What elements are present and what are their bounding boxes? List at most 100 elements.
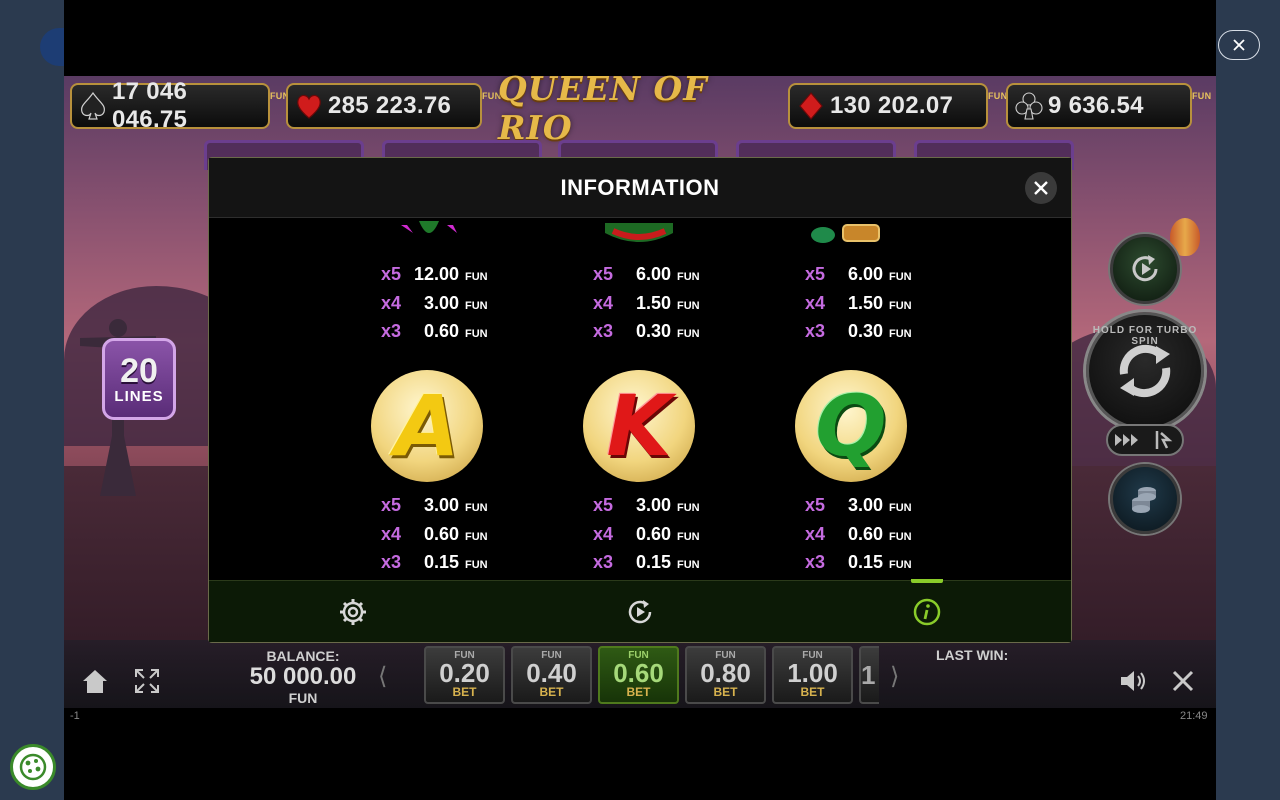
pay-row: x4 0.60 FUN [592,523,700,544]
exit-game-button[interactable] [1166,664,1200,698]
paytable-scroll-area[interactable]: x5 12.00 FUN x4 3.00 FUN x3 0.60 FUN x5 6.00 FUN… [209,219,1071,579]
bet-value: 0.80 [700,658,751,688]
game-frame: 17 046 046.75 FUN 285 223.76 FUN QUEEN O… [64,0,1216,800]
bet-next-arrow[interactable]: ⟩ [890,662,899,691]
queen-symbol-icon: Q [795,370,907,482]
footer-left-text: -1 [70,710,80,722]
bet-menu-button[interactable] [1110,464,1180,534]
pay-row: x3 0.15 FUN [592,552,700,572]
diamond-icon [794,89,828,123]
pay-row: x5 12.00 FUN [380,264,488,284]
pay-row: x4 1.50 FUN [804,292,912,313]
pay-row: x3 0.30 FUN [592,321,700,341]
fullscreen-icon [135,669,159,693]
bet-prev-arrow[interactable]: ⟨ [378,662,387,691]
paytable-column: x5 12.00 FUN x4 3.00 FUN x3 0.60 FUN [371,264,501,350]
paytable-column: x5 3.00 FUN x4 0.60 FUN x3 0.15 FUN [795,495,925,579]
jackpot-unit: FUN [988,91,1008,101]
bet-option[interactable]: FUN 1.00 BET [772,646,853,704]
bet-option-selected[interactable]: FUN 0.60 BET [598,646,679,704]
paytable-column: x5 6.00 FUN x4 1.50 FUN x3 0.30 FUN [795,264,925,350]
dialog-title: INFORMATION [560,174,720,200]
bet-option[interactable]: FUN 0.80 BET [685,646,766,704]
jackpot-value: 17 046 046.75 [112,78,188,133]
pay-row: x3 0.15 FUN [804,552,912,572]
instrument-symbol-icon [811,224,880,243]
jackpot-heart: 285 223.76 FUN [286,82,501,130]
balance-value: 50 000.00 [249,663,357,690]
tab-settings[interactable] [209,581,496,642]
fullscreen-button[interactable] [130,664,164,698]
bet-option-partial[interactable]: 1 [859,646,879,704]
jackpot-spade: 17 046 046.75 FUN [70,78,289,133]
lines-label: LINES [114,387,164,405]
bet-value: 0.60 [613,658,664,688]
paytable-column: x5 3.00 FUN x4 0.60 FUN x3 0.15 FUN [583,495,713,579]
lines-badge: 20 LINES [102,338,176,420]
pay-row: x5 3.00 FUN [592,495,700,515]
pay-row: x5 3.00 FUN [380,495,488,515]
rose-symbol-icon [605,223,673,242]
club-icon [1012,89,1046,123]
jackpot-unit: FUN [482,91,502,101]
jackpot-diamond: 130 202.07 FUN [788,82,1007,130]
balance-unit: FUN [288,690,318,706]
cookie-settings-button[interactable] [10,744,56,790]
page: 17 046 046.75 FUN 285 223.76 FUN QUEEN O… [0,0,1280,800]
pay-row: x3 0.30 FUN [804,321,912,341]
bet-option[interactable]: FUN 0.40 BET [511,646,592,704]
outer-close-button[interactable] [1218,30,1260,60]
bet-label: BET [452,685,477,699]
jackpot-value: 130 202.07 [830,92,954,119]
tab-information[interactable] [784,579,1071,642]
paytable-column: x5 6.00 FUN x4 1.50 FUN x3 0.30 FUN [583,264,713,350]
close-icon [1172,670,1194,692]
bolt-icon [1155,431,1172,449]
bet-option[interactable]: FUN 0.20 BET [424,646,505,704]
speaker-icon [1121,671,1145,691]
replay-icon [1132,255,1158,282]
dialog-header: INFORMATION [209,158,1071,218]
close-icon [1233,39,1245,51]
jackpot-unit: FUN [270,91,290,101]
bolt-spin-button[interactable] [1145,426,1182,454]
sound-button[interactable] [1116,664,1150,698]
balance-label: BALANCE: [266,648,340,664]
pay-row: x4 0.60 FUN [380,523,488,544]
spin-button[interactable]: HOLD FOR TURBO SPIN [1086,312,1204,430]
gear-icon [339,598,366,625]
pay-row: x4 3.00 FUN [380,292,488,313]
tab-autoplay[interactable] [496,581,783,642]
paytable-column: x5 3.00 FUN x4 0.60 FUN x3 0.15 FUN [371,495,501,579]
autoplay-button[interactable] [1110,234,1180,304]
ace-symbol-icon: A [371,370,483,482]
spin-hint: HOLD FOR TURBO SPIN [1092,325,1198,347]
game-logo: QUEEN OF RIO [498,69,708,147]
cookie-icon [19,753,47,781]
pay-row: x5 6.00 FUN [804,264,912,284]
dialog-tab-bar [209,579,1071,642]
home-icon [83,670,107,693]
bet-label: BET [713,685,738,699]
spade-icon [76,89,110,123]
clock-text: 21:49 [1180,710,1208,722]
speed-toggle [1106,424,1184,456]
jackpot-value: 9 636.54 [1048,92,1144,119]
turbo-button[interactable] [1108,426,1145,454]
pay-row: x5 6.00 FUN [592,264,700,284]
information-dialog: INFORMATION x5 12.00 FUN x4 3.00 FUN x3 0.60 F… [208,157,1072,643]
pay-row: x3 0.60 FUN [380,321,488,341]
dialog-close-button[interactable] [1025,172,1057,204]
fast-forward-icon [1114,434,1138,446]
bet-value: 1.00 [787,658,838,688]
balance-display: BALANCE: 50 000.00 FUN [234,648,372,706]
bet-selector: FUN 0.20 BET FUN 0.40 BET FUN 0.60 BET F… [424,646,879,704]
bet-value: 0.20 [439,658,490,688]
info-icon [914,598,941,625]
parrot-symbol-icon [401,221,457,233]
pay-row: x4 0.60 FUN [804,523,912,544]
pay-row: x3 0.15 FUN [380,552,488,572]
pay-row: x4 1.50 FUN [592,292,700,313]
home-button[interactable] [78,664,112,698]
bet-value: 0.40 [526,658,577,688]
